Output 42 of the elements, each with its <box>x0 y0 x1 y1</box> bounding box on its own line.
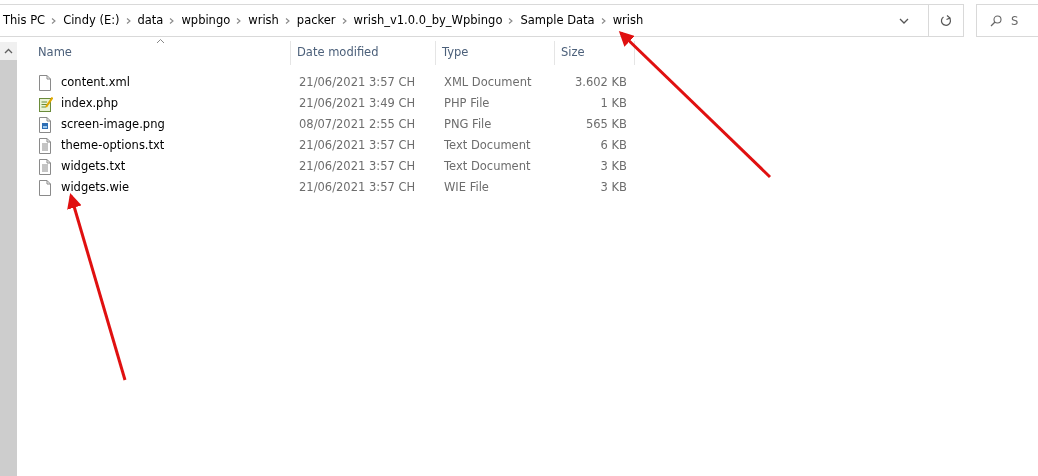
date-modified: 21/06/2021 3:57 CH <box>299 74 416 89</box>
breadcrumb-item[interactable]: Sample Data <box>517 11 598 30</box>
file-name[interactable]: widgets.wie <box>61 178 130 197</box>
breadcrumb-item[interactable]: Cindy (E:) <box>60 11 123 30</box>
file-size: 3 KB <box>600 179 627 194</box>
breadcrumb-item[interactable]: wrish <box>245 11 282 30</box>
file-size: 3 KB <box>600 158 627 173</box>
column-header[interactable]: Date modified <box>291 41 436 65</box>
file-size: 3.602 KB <box>575 74 627 89</box>
file-type: WIE File <box>444 179 489 194</box>
search-icon <box>990 15 1002 27</box>
address-bar[interactable]: This PC Cindy (E:) data wpbingo wrish packer wrish_v1.0.0_by_Wpbingo Sample Data wrish <box>0 4 964 37</box>
date-modified: 08/07/2021 2:55 CH <box>299 116 416 131</box>
column-header[interactable]: Type <box>436 41 555 65</box>
scroll-up-icon[interactable] <box>4 48 13 54</box>
breadcrumb-item[interactable]: This PC <box>0 11 49 30</box>
breadcrumb-item[interactable]: wrish_v1.0.0_by_Wpbingo <box>350 11 506 30</box>
file-name[interactable]: screen-image.png <box>61 115 165 134</box>
breadcrumb-item[interactable]: wpbingo <box>178 11 234 30</box>
breadcrumb-item[interactable]: packer <box>293 11 339 30</box>
column-header[interactable]: Name <box>17 41 291 65</box>
file-type: XML Document <box>444 74 532 89</box>
date-modified: 21/06/2021 3:57 CH <box>299 137 416 152</box>
file-type: Text Document <box>444 158 531 173</box>
date-modified: 21/06/2021 3:49 CH <box>299 95 416 110</box>
search-field[interactable]: S <box>976 4 1038 37</box>
file-type: Text Document <box>444 137 531 152</box>
file-size: 565 KB <box>585 116 627 131</box>
file-name[interactable]: theme-options.txt <box>61 136 165 155</box>
date-modified: 21/06/2021 3:57 CH <box>299 158 416 173</box>
file-size: 1 KB <box>600 95 627 110</box>
file-name[interactable]: widgets.txt <box>61 157 126 176</box>
file-size: 6 KB <box>600 137 627 152</box>
file-type: PHP File <box>444 95 490 110</box>
column-header[interactable]: Size <box>555 41 635 65</box>
refresh-icon[interactable] <box>939 13 953 28</box>
breadcrumb-item[interactable]: wrish <box>609 11 647 30</box>
file-name[interactable]: index.php <box>61 94 118 113</box>
file-name[interactable]: content.xml <box>61 73 130 92</box>
file-type: PNG File <box>444 116 492 131</box>
breadcrumb-item[interactable]: data <box>134 11 167 30</box>
date-modified: 21/06/2021 3:57 CH <box>299 179 416 194</box>
